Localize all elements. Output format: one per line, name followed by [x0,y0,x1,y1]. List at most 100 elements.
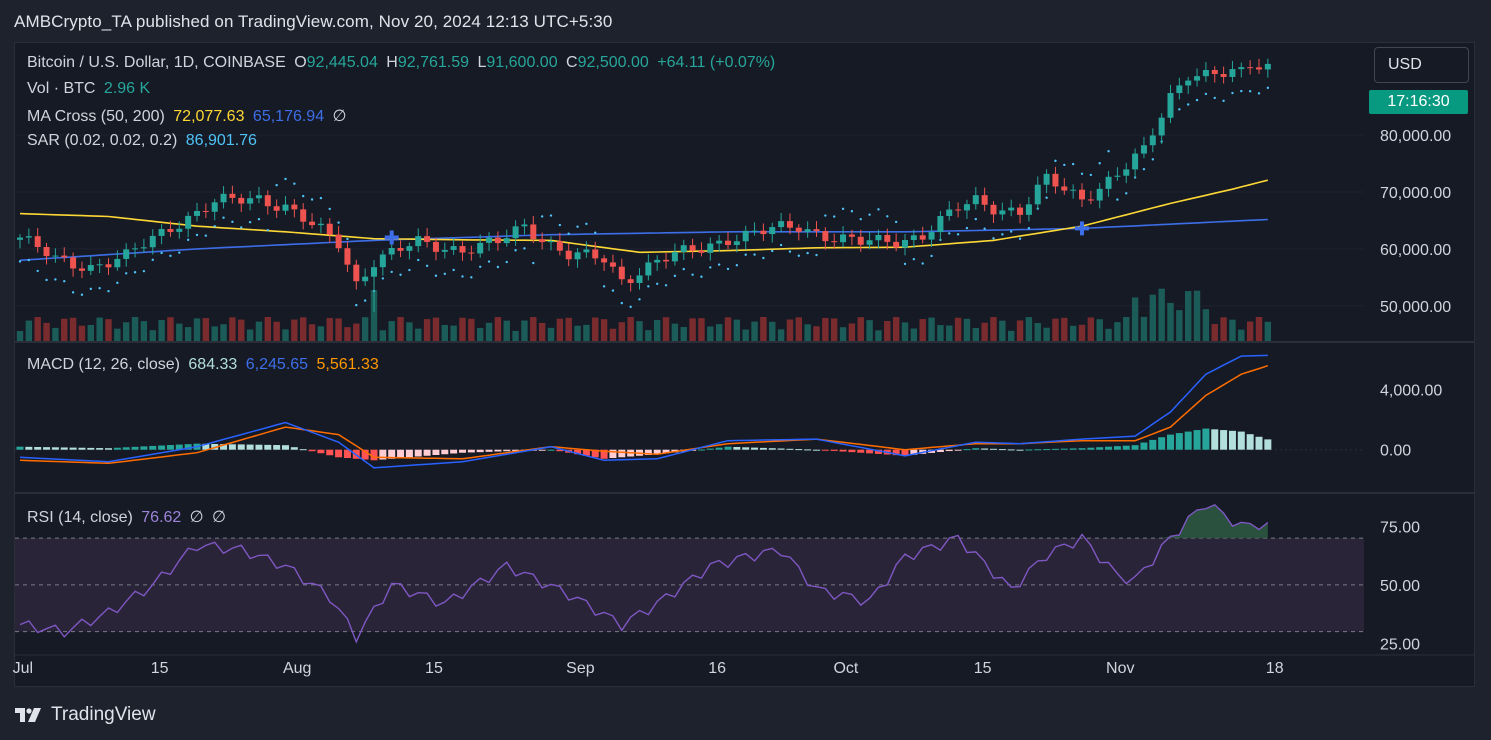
sar-dot [956,233,960,236]
volume-bar [831,318,838,341]
volume-bar [1131,297,1139,341]
candle-body [1105,176,1112,189]
volume-bar [184,327,192,341]
volume-bar [698,318,705,341]
candle-body [716,240,723,244]
tradingview-footer[interactable]: TradingView [15,704,156,726]
sar-dot [151,258,154,262]
macd-histogram-bar [715,447,723,450]
sar-dot [974,217,977,221]
sar-dot [417,258,420,262]
candle-body [1025,204,1032,215]
sar-dot [523,247,526,250]
candle-body [512,226,519,239]
volume-bar [441,324,448,341]
macd-histogram-bar [166,445,174,450]
candle-body [893,241,900,248]
volume-bar [751,321,758,341]
macd-histogram-bar [441,449,449,455]
sar-dot [160,251,163,255]
sar-dot [36,269,39,273]
candle-body [25,236,32,238]
macd-histogram-bar [786,448,794,450]
macd-histogram-bar [821,449,829,451]
sar-dot [673,274,677,278]
candle-body [34,236,41,248]
rsi-label[interactable]: RSI (14, close) [27,509,133,526]
sar-dot [310,198,314,201]
volume-bar [300,317,307,341]
ma-label[interactable]: MA Cross (50, 200) [27,108,165,125]
candle-body [601,258,608,263]
candle-body [1061,186,1068,191]
symbol-title[interactable]: Bitcoin / U.S. Dollar, 1D, COINBASE [27,54,286,71]
volume-bar [733,319,741,341]
macd-histogram-bar [742,447,750,450]
macd-label[interactable]: MACD (12, 26, close) [27,356,180,373]
sar-dot [107,289,110,293]
volume-bar [229,317,236,341]
candle-body [875,234,882,241]
volume-bar [246,329,254,341]
open-value: 92,445.04 [306,54,378,71]
volume-bar [512,330,519,341]
volume-bar [450,325,457,341]
volume-bar [1078,324,1086,341]
sar-dot [691,273,694,276]
sar-dot [549,214,553,217]
macd-histogram-bar [105,448,112,450]
candle-body [822,231,829,242]
volume-bar [910,328,918,341]
volume-bar [600,319,608,341]
sar-dot [443,272,446,276]
volume-bar [317,326,325,341]
macd-histogram-bar [1237,431,1245,450]
macd-histogram-bar [972,448,980,450]
candle-body [362,276,369,282]
currency-button[interactable]: USD [1374,47,1469,83]
volume-bar [583,324,590,341]
volume-bar [804,324,811,341]
sar-dot [797,254,800,257]
volume-bar [1202,309,1210,341]
candle-body [105,264,112,268]
volume-bar [1043,327,1050,341]
sar-label[interactable]: SAR (0.02, 0.02, 0.2) [27,132,177,149]
sar-dot [903,262,907,266]
candle-body [211,202,218,212]
high-value: 92,761.59 [397,54,470,71]
volume-bar [503,320,510,341]
sar-dot [381,277,385,280]
sar-dot [638,298,641,301]
volume-bar [627,317,634,341]
macd-histogram-bar [1060,448,1068,450]
rsi-extra-1: ∅ [189,509,204,526]
candle-body [158,229,165,236]
volume-label[interactable]: Vol · BTC [27,80,95,97]
sar-dot [452,268,455,272]
volume-bar [397,317,404,341]
sar-dot [54,278,57,281]
sar-dot [204,234,208,237]
volume-bar [556,318,564,341]
candle-body [946,209,953,217]
sar-dot [399,273,402,276]
macd-histogram-bar [1184,431,1192,450]
sar-dot [178,251,181,254]
sar-dot [921,262,924,265]
candle-body [486,237,493,243]
sar-dot [1116,198,1119,201]
volume-bar [892,317,900,341]
volume-bar [1140,316,1148,341]
candle-body [43,247,50,257]
macd-histogram-bar [282,445,289,450]
volume-bar [415,328,422,341]
candle-body [17,237,23,240]
candle-body [618,266,625,280]
macd-tick-label: 0.00 [1380,443,1411,460]
macd-histogram-bar [1158,437,1166,450]
sar-dot [186,238,190,242]
macd-histogram-bar [733,446,741,450]
candle-body [1185,80,1192,86]
volume-bar [158,320,165,341]
